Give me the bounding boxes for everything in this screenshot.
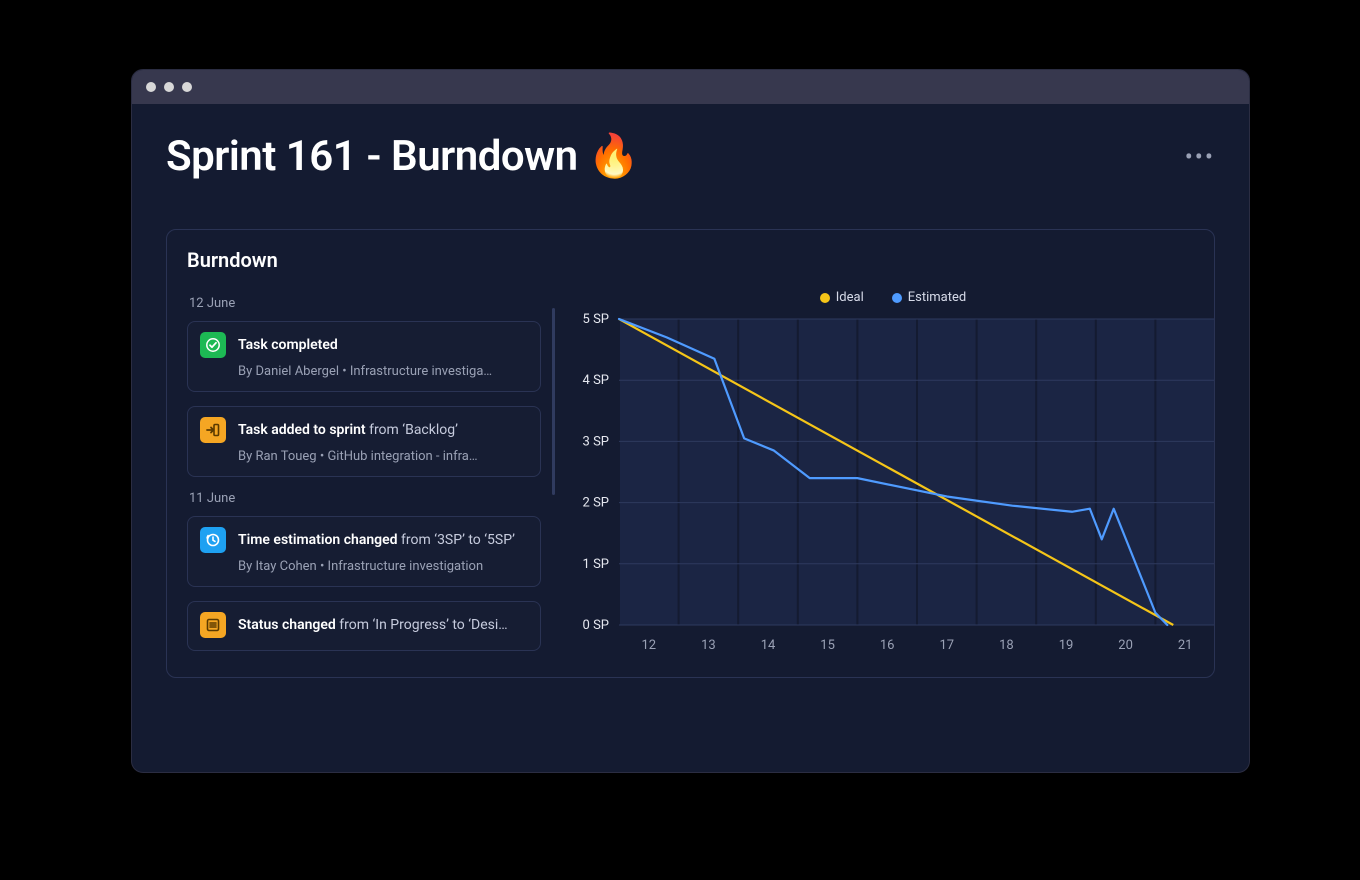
feed-event[interactable]: Status changed from ‘In Progress’ to ‘De…	[187, 601, 541, 651]
fire-icon: 🔥	[588, 132, 640, 181]
activity-feed[interactable]: 12 June Task completed By Daniel Abergel •…	[187, 290, 555, 665]
event-subtitle: By Daniel Abergel • Infrastructure inves…	[200, 364, 528, 379]
feed-date-label: 11 June	[189, 491, 541, 506]
arrow-in-icon	[200, 417, 226, 443]
event-title: Task completed	[238, 337, 338, 353]
chart-panel: Ideal Estimated 5 SP 4 SP 3 SP 2 SP 1 SP 0 SP…	[563, 290, 1215, 665]
feed-date-label: 12 June	[189, 296, 541, 311]
page-title-text: Sprint 161 - Burndown	[166, 132, 578, 181]
legend-estimated: Estimated	[892, 290, 966, 305]
svg-text:5 SP: 5 SP	[583, 312, 609, 327]
feed-event[interactable]: Task added to sprint from ‘Backlog’ By Ra…	[187, 406, 541, 477]
chart-svg: 5 SP 4 SP 3 SP 2 SP 1 SP 0 SP 12 13 14 15 16 17 18 19…	[563, 311, 1215, 663]
app-window: Sprint 161 - Burndown 🔥 ••• Burndown 12 …	[131, 69, 1250, 773]
card-title: Burndown	[167, 230, 1214, 290]
dot-icon	[820, 293, 830, 303]
svg-text:15: 15	[820, 638, 835, 653]
svg-text:3 SP: 3 SP	[583, 434, 609, 449]
event-subtitle: By Itay Cohen • Infrastructure investiga…	[200, 559, 528, 574]
window-controls[interactable]	[146, 82, 192, 92]
more-menu-button[interactable]: •••	[1185, 143, 1215, 171]
window-minimize-icon[interactable]	[164, 82, 174, 92]
svg-text:16: 16	[880, 638, 895, 653]
feed-event[interactable]: Time estimation changed from ‘3SP’ to ‘5…	[187, 516, 541, 587]
svg-text:13: 13	[701, 638, 716, 653]
svg-text:14: 14	[761, 638, 776, 653]
svg-text:1 SP: 1 SP	[583, 557, 609, 572]
svg-text:18: 18	[999, 638, 1014, 653]
clock-icon	[200, 527, 226, 553]
event-title: Task added to sprint from ‘Backlog’	[238, 422, 458, 438]
page-title: Sprint 161 - Burndown 🔥	[166, 132, 639, 181]
svg-text:4 SP: 4 SP	[583, 373, 609, 388]
legend-ideal-label: Ideal	[836, 290, 864, 305]
event-title: Time estimation changed from ‘3SP’ to ‘5…	[238, 532, 515, 548]
event-subtitle: By Ran Toueg • GitHub integration - infr…	[200, 449, 528, 464]
event-title: Status changed from ‘In Progress’ to ‘De…	[238, 617, 508, 633]
svg-text:19: 19	[1059, 638, 1074, 653]
legend-ideal: Ideal	[820, 290, 864, 305]
window-maximize-icon[interactable]	[182, 82, 192, 92]
window-close-icon[interactable]	[146, 82, 156, 92]
chart-legend: Ideal Estimated	[563, 290, 1215, 305]
svg-text:2 SP: 2 SP	[583, 496, 609, 511]
window-titlebar	[132, 70, 1249, 104]
check-icon	[200, 332, 226, 358]
dot-icon	[892, 293, 902, 303]
svg-text:12: 12	[641, 638, 656, 653]
burndown-card: Burndown 12 June Task completed By Daniel …	[166, 229, 1215, 678]
list-icon	[200, 612, 226, 638]
svg-text:0 SP: 0 SP	[583, 618, 609, 633]
burndown-chart: 5 SP 4 SP 3 SP 2 SP 1 SP 0 SP 12 13 14 15 16 17 18 19…	[563, 311, 1215, 651]
svg-text:21: 21	[1178, 638, 1193, 653]
svg-text:20: 20	[1118, 638, 1133, 653]
page-content: Sprint 161 - Burndown 🔥 ••• Burndown 12 …	[132, 104, 1249, 772]
legend-estimated-label: Estimated	[908, 290, 966, 305]
feed-event[interactable]: Task completed By Daniel Abergel • Infras…	[187, 321, 541, 392]
svg-text:17: 17	[939, 638, 954, 653]
